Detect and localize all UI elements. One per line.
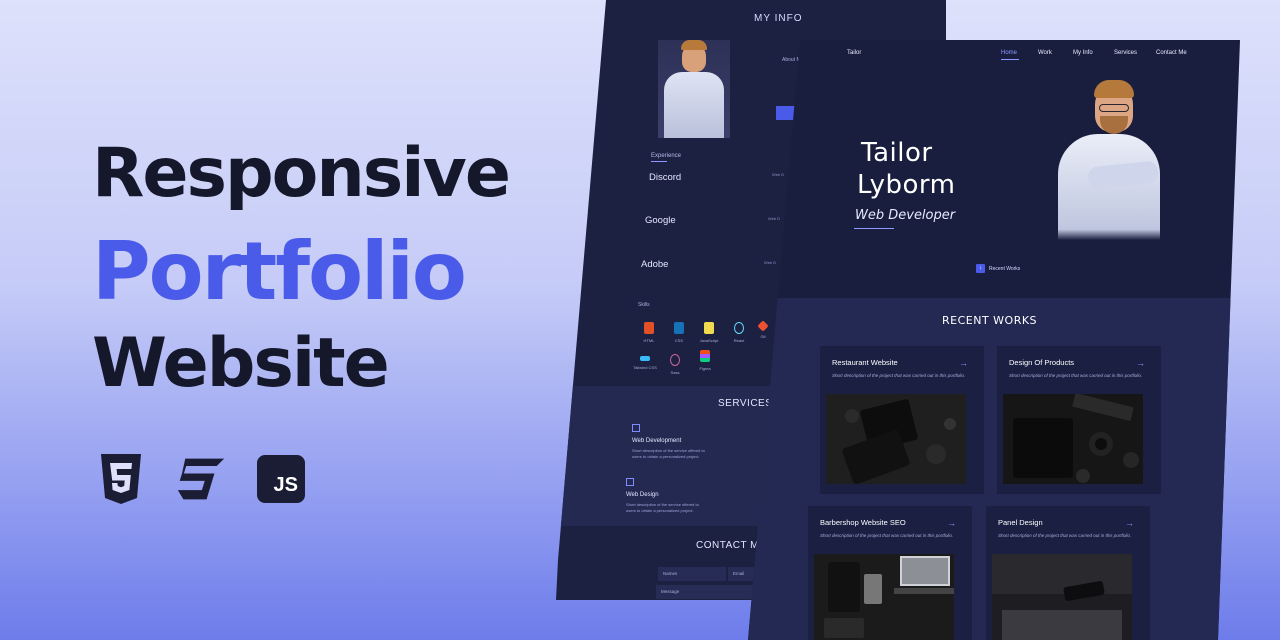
service-web-development: Web Development Short description of the… <box>632 424 712 461</box>
names-input[interactable]: Names <box>658 567 726 581</box>
html5-icon <box>644 322 654 334</box>
arrow-right-icon[interactable]: → <box>959 358 968 368</box>
arrow-right-icon[interactable]: → <box>1125 518 1134 528</box>
skill-label: JavaScript <box>699 338 719 343</box>
myinfo-title: MY INFO <box>754 13 803 24</box>
company-google: Google <box>645 215 676 226</box>
profile-photo-small <box>658 40 730 138</box>
role-label: Web D <box>772 172 785 177</box>
experience-underline <box>651 161 667 162</box>
nav-work[interactable]: Work <box>1038 50 1052 56</box>
skill-figma: Figma <box>690 350 720 371</box>
work-card-products[interactable]: Design Of Products → Short description o… <box>997 346 1161 494</box>
service-web-design: Web Design Short description of the serv… <box>626 478 706 515</box>
skill-html: HTML <box>634 322 664 343</box>
javascript-icon: JS <box>256 452 306 506</box>
company-adobe: Adobe <box>641 259 669 270</box>
skill-label: Sass <box>670 370 680 375</box>
brand-logo[interactable]: Tailor <box>847 50 861 56</box>
skill-label: React <box>733 338 745 343</box>
skill-label: Git <box>760 334 766 339</box>
skill-label: Figma <box>699 366 711 371</box>
html5-icon <box>96 452 146 506</box>
work-card-title: Design Of Products <box>1009 358 1075 367</box>
skill-sass: Sass <box>660 354 690 375</box>
service-desc: Short description of the service offered… <box>626 502 699 514</box>
hero-title: Responsive Portfolio Website <box>92 134 511 422</box>
nav-services[interactable]: Services <box>1114 50 1137 56</box>
services-title: SERVICES <box>718 398 773 409</box>
service-title: Web Development <box>632 438 682 444</box>
nav-home[interactable]: Home <box>1001 50 1017 56</box>
skill-tailwind: Tailwind CSS <box>630 356 660 370</box>
nav-active-underline <box>1001 59 1019 60</box>
work-card-title: Panel Design <box>998 518 1043 527</box>
git-icon <box>757 320 769 332</box>
design-icon <box>626 478 634 486</box>
work-card-image <box>826 394 966 484</box>
front-page-mockup: Tailor Home Work My Info Services Contac… <box>748 40 1240 640</box>
work-card-barbershop[interactable]: Barbershop Website SEO → Short descripti… <box>808 506 972 640</box>
work-card-title: Barbershop Website SEO <box>820 518 906 527</box>
figma-icon <box>700 350 710 362</box>
recent-works-link[interactable]: ↓ Recent Works <box>976 264 1020 273</box>
work-card-desc: Short description of the project that wa… <box>820 533 954 538</box>
profile-photo <box>1050 80 1162 240</box>
css3-icon <box>176 452 226 506</box>
work-card-desc: Short description of the project that wa… <box>1009 373 1143 378</box>
work-card-title: Restaurant Website <box>832 358 898 367</box>
hero-line-website: Website <box>92 324 390 403</box>
nav-my-info[interactable]: My Info <box>1073 50 1093 56</box>
experience-label: Experience <box>651 153 682 159</box>
skill-label: HTML <box>643 338 655 343</box>
skill-javascript: JavaScript <box>694 322 724 343</box>
skill-label: Tailwind CSS <box>633 365 657 370</box>
role-underline <box>854 228 894 229</box>
work-card-desc: Short description of the project that wa… <box>998 533 1132 538</box>
work-card-image <box>992 554 1132 640</box>
nav-contact-me[interactable]: Contact Me <box>1156 50 1187 56</box>
sass-icon <box>670 354 680 366</box>
javascript-icon <box>704 322 714 334</box>
skill-git: Git <box>748 320 778 339</box>
company-discord: Discord <box>649 172 682 183</box>
hero-line-responsive: Responsive <box>92 134 511 213</box>
hero-last-name: Lyborm <box>857 170 956 200</box>
tech-icons: JS <box>96 452 306 506</box>
skills-label: Skills <box>638 302 650 308</box>
service-title: Web Design <box>626 492 659 498</box>
hero-role: Web Developer <box>855 208 956 223</box>
skill-css: CSS <box>664 322 694 343</box>
role-label: Web D <box>764 260 777 265</box>
hero-line-portfolio: Portfolio <box>92 225 467 318</box>
work-card-image <box>814 554 954 640</box>
hero-first-name: Tailor <box>861 138 933 168</box>
arrow-right-icon[interactable]: → <box>947 518 956 528</box>
work-card-panel[interactable]: Panel Design → Short description of the … <box>986 506 1150 640</box>
arrow-right-icon[interactable]: → <box>1136 358 1145 368</box>
recent-works-title: RECENT WORKS <box>942 314 1038 327</box>
work-card-image <box>1003 394 1143 484</box>
react-icon <box>734 322 744 334</box>
recent-works-label: Recent Works <box>989 265 1021 272</box>
monitor-icon <box>632 424 640 432</box>
work-card-restaurant[interactable]: Restaurant Website → Short description o… <box>820 346 984 494</box>
work-card-desc: Short description of the project that wa… <box>832 373 966 378</box>
contact-title: CONTACT M <box>696 540 760 551</box>
css3-icon <box>674 322 684 334</box>
skill-label: CSS <box>674 338 684 343</box>
tailwind-icon <box>640 356 650 361</box>
js-badge: JS <box>257 455 305 503</box>
service-desc: Short description of the service offered… <box>632 448 705 460</box>
role-label: Web D <box>768 216 781 221</box>
arrow-down-icon: ↓ <box>976 264 985 273</box>
